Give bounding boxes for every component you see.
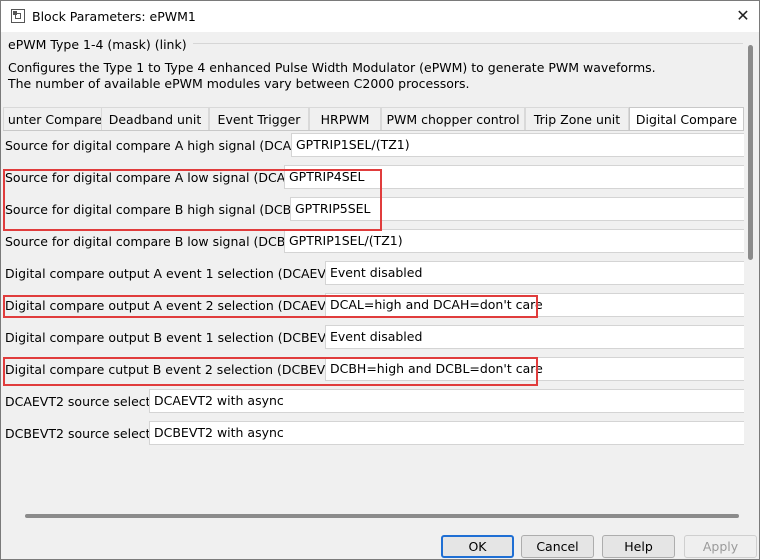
tab-event-trigger[interactable]: Event Trigger — [209, 107, 309, 131]
param-label: Source for digital compare A high signal… — [5, 138, 310, 153]
vertical-scroll-thumb[interactable] — [748, 45, 753, 260]
param-row-dcaevt2-source: DCAEVT2 source select: DCAEVT2 with asyn… — [3, 387, 744, 415]
param-label: Digital compare cutput B event 2 selecti… — [5, 362, 350, 377]
param-row-dcbl: Source for digital compare B low signal … — [3, 227, 744, 255]
param-row-dcbevt1: Digital compare output B event 1 selecti… — [3, 323, 744, 351]
cancel-button[interactable]: Cancel — [521, 535, 594, 558]
param-row-dcbevt2-source: DCBEVT2 source select: DCBEVT2 with asyn… — [3, 419, 744, 447]
tab-trip-zone-unit[interactable]: Trip Zone unit — [525, 107, 629, 131]
tab-pwm-chopper-control[interactable]: PWM chopper control — [381, 107, 525, 131]
param-label: DCBEVT2 source select: — [5, 426, 155, 441]
param-dropdown-dcaevt2[interactable]: DCAL=high and DCAH=don't care — [325, 293, 744, 317]
param-label: Digital compare output B event 1 selecti… — [5, 330, 351, 345]
digital-compare-panel: Source for digital compare A high signal… — [3, 131, 744, 521]
vertical-scrollbar[interactable] — [744, 45, 757, 515]
description-line: Configures the Type 1 to Type 4 enhanced… — [8, 60, 656, 75]
param-dropdown-dcaevt2-source[interactable]: DCAEVT2 with async — [149, 389, 744, 413]
param-dropdown-dcbl[interactable]: GPTRIP1SEL/(TZ1) — [284, 229, 744, 253]
param-label: Digital compare output A event 1 selecti… — [5, 266, 351, 281]
group-divider — [193, 43, 743, 44]
horizontal-scroll-thumb[interactable] — [25, 514, 739, 518]
window-title: Block Parameters: ePWM1 — [32, 9, 196, 24]
close-button[interactable]: ✕ — [729, 3, 757, 29]
param-dropdown-dcbh[interactable]: GPTRIP5SEL — [290, 197, 744, 221]
param-row-dcaevt2: Digital compare output A event 2 selecti… — [3, 291, 744, 319]
tab-deadband-unit[interactable]: Deadband unit — [101, 107, 209, 131]
param-label: Source for digital compare B low signal … — [5, 234, 302, 249]
param-dropdown-dcbevt2[interactable]: DCBH=high and DCBL=don't care — [325, 357, 744, 381]
param-dropdown-dcal[interactable]: GPTRIP4SEL — [284, 165, 744, 189]
ok-button[interactable]: OK — [441, 535, 514, 558]
param-dropdown-dcah[interactable]: GPTRIP1SEL/(TZ1) — [291, 133, 744, 157]
tab-hrpwm[interactable]: HRPWM — [309, 107, 381, 131]
param-row-dcah: Source for digital compare A high signal… — [3, 131, 744, 159]
param-dropdown-dcbevt2-source[interactable]: DCBEVT2 with async — [149, 421, 744, 445]
mask-description: Configures the Type 1 to Type 4 enhanced… — [8, 60, 656, 92]
param-label: DCAEVT2 source select: — [5, 394, 155, 409]
param-row-dcbh: Source for digital compare B high signal… — [3, 195, 744, 223]
tab-counter-compare[interactable]: unter Compare — [3, 107, 107, 131]
description-line: The number of available ePWM modules var… — [8, 76, 470, 91]
tab-digital-compare[interactable]: Digital Compare — [629, 107, 744, 132]
simulink-block-icon — [11, 9, 25, 23]
mask-title: ePWM Type 1-4 (mask) (link) — [8, 37, 187, 52]
param-dropdown-dcbevt1[interactable]: Event disabled — [325, 325, 744, 349]
param-label: Source for digital compare B high signal… — [5, 202, 310, 217]
title-bar: Block Parameters: ePWM1 ✕ — [1, 1, 759, 32]
param-label: Digital compare output A event 2 selecti… — [5, 298, 351, 313]
help-button[interactable]: Help — [602, 535, 675, 558]
param-row-dcal: Source for digital compare A low signal … — [3, 163, 744, 191]
param-row-dcbevt2: Digital compare cutput B event 2 selecti… — [3, 355, 744, 383]
param-dropdown-dcaevt1[interactable]: Event disabled — [325, 261, 744, 285]
apply-button[interactable]: Apply — [684, 535, 757, 558]
param-label: Source for digital compare A low signal … — [5, 170, 302, 185]
block-parameters-dialog: Block Parameters: ePWM1 ✕ ePWM Type 1-4 … — [0, 0, 760, 560]
param-row-dcaevt1: Digital compare output A event 1 selecti… — [3, 259, 744, 287]
tab-bar: unter Compare Deadband unit Event Trigge… — [3, 107, 744, 132]
mask-description-group: ePWM Type 1-4 (mask) (link) Configures t… — [3, 33, 744, 97]
